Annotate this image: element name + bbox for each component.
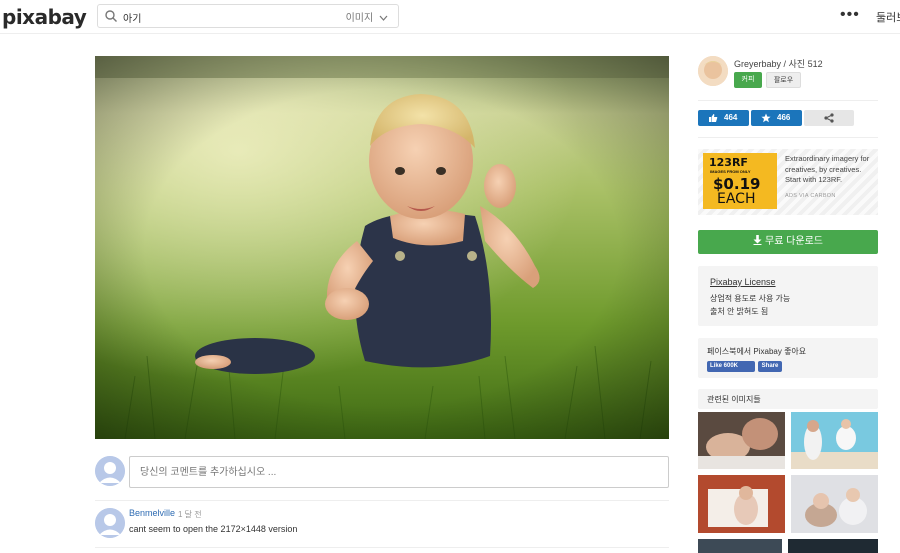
facebook-text: 페이스북에서 Pixabay 좋아요 <box>707 347 807 356</box>
uploader-avatar-image <box>698 56 728 86</box>
comment-input[interactable] <box>130 457 668 487</box>
comment-time: 1 달 전 <box>178 510 202 519</box>
ad-each: EACH <box>717 191 756 207</box>
comment-input-box[interactable] <box>129 456 669 488</box>
divider <box>95 547 669 548</box>
search-box[interactable]: 아기 이미지 <box>97 4 399 28</box>
related-thumb-1[interactable] <box>698 412 785 469</box>
user-avatar-icon <box>95 508 125 538</box>
related-images-title: 관련된 이미지들 <box>707 395 761 404</box>
search-query[interactable]: 아기 <box>123 10 141 25</box>
related-thumb-3[interactable] <box>698 475 785 533</box>
user-avatar-icon <box>95 456 125 486</box>
license-box: Pixabay License 상업적 용도로 사용 가능 출처 안 밝혀도 됨 <box>698 266 878 326</box>
related-thumb-image <box>791 475 878 533</box>
divider <box>95 500 669 501</box>
related-thumb-image <box>791 412 878 469</box>
download-label: 무료 다운로드 <box>765 236 823 247</box>
facebook-like-button[interactable]: Like 600K <box>707 361 755 372</box>
search-icon <box>105 10 117 22</box>
main-photo[interactable] <box>95 56 669 439</box>
facebook-share-button[interactable]: Share <box>758 361 782 372</box>
related-thumb-5[interactable] <box>698 539 782 553</box>
more-menu-button[interactable]: ••• <box>840 6 860 24</box>
pixabay-logo[interactable]: pixabay <box>2 5 87 29</box>
favorite-button[interactable]: 466 <box>751 110 802 126</box>
ad-brand: 123RF <box>709 156 748 169</box>
related-thumb-4[interactable] <box>791 475 878 533</box>
favorite-count: 466 <box>777 113 791 122</box>
star-icon <box>761 113 771 123</box>
share-icon <box>824 113 834 123</box>
commenter-avatar[interactable] <box>95 508 125 538</box>
license-line-attribution: 출처 안 밝혀도 됨 <box>710 307 769 316</box>
follow-button[interactable]: 팔로우 <box>766 72 801 88</box>
license-link[interactable]: Pixabay License <box>710 277 776 287</box>
ad-sub: IMAGES FROM ONLY <box>710 169 751 174</box>
license-line-commercial: 상업적 용도로 사용 가능 <box>710 294 791 303</box>
like-button[interactable]: 464 <box>698 110 749 126</box>
related-images-header: 관련된 이미지들 <box>698 389 878 409</box>
top-bar: pixabay 아기 이미지 ••• 둘러보 <box>0 0 900 34</box>
comment-user-avatar <box>95 456 125 486</box>
search-type-label: 이미지 <box>345 13 374 24</box>
chevron-down-icon <box>379 15 388 21</box>
explore-link[interactable]: 둘러보 <box>876 9 900 25</box>
comment-text: cant seem to open the 2172×1448 version <box>129 524 298 534</box>
related-thumb-image <box>698 475 785 533</box>
thumbs-up-icon <box>709 114 718 122</box>
download-icon <box>753 235 762 245</box>
photo-baby-on-grass <box>95 56 669 439</box>
divider <box>698 137 878 138</box>
uploader-avatar[interactable] <box>698 56 728 86</box>
uploader-name[interactable]: Greyerbaby / 사진 512 <box>734 57 823 70</box>
related-thumb-image <box>698 412 785 469</box>
ad-text[interactable]: Extraordinary imagery for creatives, by … <box>785 154 877 186</box>
comment-author-link[interactable]: Benmelville <box>129 508 175 518</box>
share-button[interactable] <box>804 110 854 126</box>
search-type-select[interactable]: 이미지 <box>346 9 388 24</box>
divider <box>698 100 878 101</box>
facebook-box: 페이스북에서 Pixabay 좋아요 Like 600K Share <box>698 338 878 378</box>
related-thumb-2[interactable] <box>791 412 878 469</box>
free-download-button[interactable]: 무료 다운로드 <box>698 230 878 254</box>
coffee-button[interactable]: 커피 <box>734 72 762 88</box>
like-count: 464 <box>724 113 738 122</box>
related-thumb-6[interactable] <box>788 539 878 553</box>
ad-image[interactable]: 123RF IMAGES FROM ONLY $0.19 EACH <box>703 153 777 209</box>
ad-via-link[interactable]: ADS VIA CARBON <box>785 193 836 199</box>
